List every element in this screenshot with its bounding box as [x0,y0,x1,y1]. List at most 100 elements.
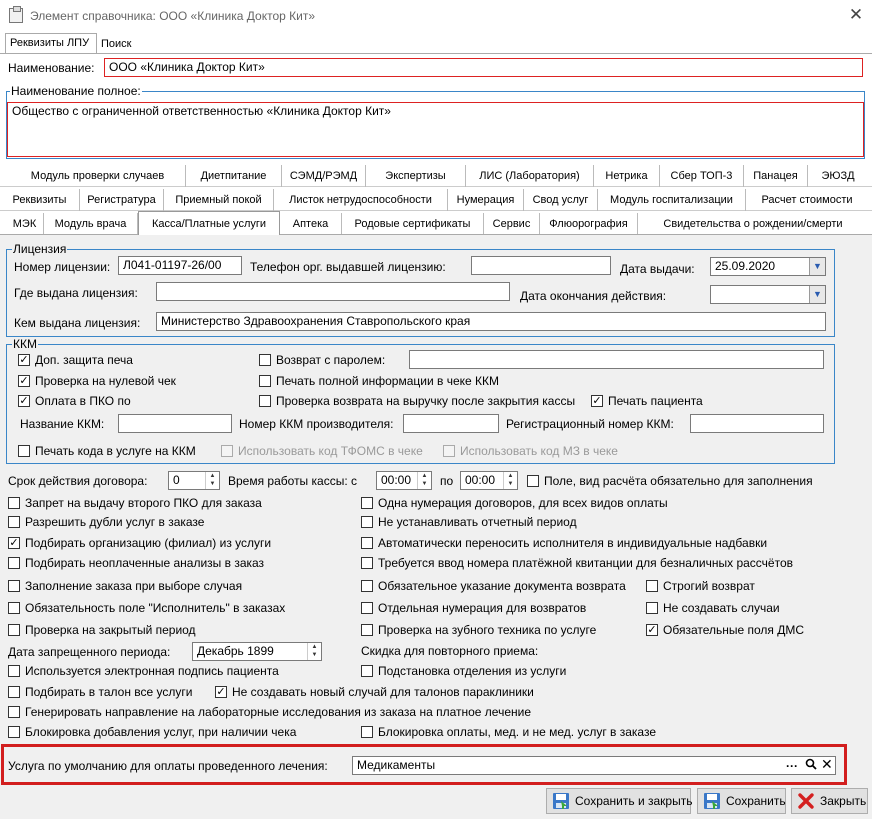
tab-search[interactable]: Поиск [97,35,135,54]
close-button[interactable]: Закрыть [791,788,868,814]
license-where-input[interactable] [156,282,510,301]
license-caption: Лицензия [12,242,68,256]
default-service-label: Услуга по умолчанию для оплаты проведенн… [8,759,328,773]
tab-panacea[interactable]: Панацея [744,165,808,187]
tab-fluorography[interactable]: Флюорография [540,213,638,235]
print-code-checkbox[interactable] [18,445,30,457]
search-icon[interactable] [805,757,817,774]
tab-diet[interactable]: Диетпитание [186,165,282,187]
option-checkbox[interactable] [8,602,20,614]
option-checkbox[interactable] [361,624,373,636]
spinner-arrows-icon[interactable]: ▲ ▼ [307,643,321,660]
license-by-input[interactable]: Министерство Здравоохранения Ставропольс… [156,312,826,331]
kkm-reg-label: Регистрационный номер ККМ: [506,417,674,431]
license-number-input[interactable]: Л041-01197-26/00 [118,256,242,275]
option-label: Разрешить дубли услуг в заказе [25,515,205,529]
tab-birth-certificates[interactable]: Родовые сертификаты [342,213,484,235]
dms-fields-label: Обязательные поля ДМС [663,623,805,637]
no-new-case-checkbox[interactable]: ✓ [215,686,227,698]
option-checkbox[interactable] [361,497,373,509]
return-check-checkbox[interactable] [259,395,271,407]
option-checkbox[interactable] [361,516,373,528]
tab-services-summary[interactable]: Свод услуг [524,189,598,211]
talon-checkbox[interactable] [8,686,20,698]
option-label: Отдельная нумерация для возвратов [378,601,587,615]
calc-field-checkbox[interactable] [527,475,539,487]
ellipsis-icon[interactable]: ··· [786,759,798,773]
license-phone-input[interactable] [471,256,611,275]
spinner-arrows-icon[interactable]: ▲ ▼ [503,472,517,489]
tab-numbering[interactable]: Нумерация [448,189,524,211]
option-label: Подбирать организацию (филиал) из услуги [25,536,272,550]
window-title: Элемент справочника: ООО «Клиника Доктор… [30,9,315,23]
option-checkbox[interactable]: ✓ [8,537,20,549]
close-icon[interactable]: ✕ [846,5,866,25]
chevron-down-icon[interactable]: ▼ [809,258,825,275]
option-checkbox[interactable] [8,580,20,592]
tab-cashier[interactable]: Касса/Платные услуги [138,211,280,235]
tab-eyuzd[interactable]: ЭЮЗД [808,165,868,187]
option-checkbox[interactable] [361,580,373,592]
substitute-dept-checkbox[interactable] [361,665,373,677]
full-name-textarea[interactable]: Общество с ограниченной ответственностью… [7,102,864,157]
pko-pay-checkbox[interactable]: ✓ [18,395,30,407]
tab-pharmacy[interactable]: Аптека [280,213,342,235]
floppy-icon [703,792,721,810]
kkm-maker-input[interactable] [403,414,499,433]
option-checkbox[interactable] [361,602,373,614]
tab-requisites-lpu[interactable]: Реквизиты ЛПУ [5,33,97,54]
print-patient-checkbox[interactable]: ✓ [591,395,603,407]
block-pay-checkbox[interactable] [361,726,373,738]
option-checkbox[interactable] [361,537,373,549]
option-checkbox[interactable] [8,497,20,509]
default-service-input[interactable]: Медикаменты [352,756,836,775]
tfoms-code-checkbox[interactable] [221,445,233,457]
lab-direction-checkbox[interactable] [8,706,20,718]
password-return-checkbox[interactable] [259,354,271,366]
tab-mek[interactable]: МЭК [6,213,44,235]
forbid-period-spinner[interactable]: Декабрь 1899 [192,642,322,661]
full-info-checkbox[interactable] [259,375,271,387]
save-button[interactable]: Сохранить [697,788,786,814]
tab-registry[interactable]: Регистратура [80,189,164,211]
chevron-down-icon[interactable]: ▼ [809,286,825,303]
dms-fields-checkbox[interactable]: ✓ [646,624,658,636]
tab-netrika[interactable]: Нетрика [594,165,660,187]
block-add-label: Блокировка добавления услуг, при наличии… [25,725,297,739]
spinner-arrows-icon[interactable]: ▲ ▼ [417,472,431,489]
tab-cost-calc[interactable]: Расчет стоимости [746,189,868,211]
password-input[interactable] [409,350,824,369]
option-checkbox[interactable] [8,557,20,569]
kkm-name-input[interactable] [118,414,232,433]
no-cases-checkbox[interactable] [646,602,658,614]
tab-lis[interactable]: ЛИС (Лаборатория) [466,165,594,187]
extra-protect-checkbox[interactable]: ✓ [18,354,30,366]
tab-semd[interactable]: СЭМД/РЭМД [282,165,366,187]
zero-check-checkbox[interactable]: ✓ [18,375,30,387]
strict-return-checkbox[interactable] [646,580,658,592]
clear-icon[interactable]: ✕ [821,756,833,773]
option-checkbox[interactable] [361,557,373,569]
mz-code-checkbox[interactable] [443,445,455,457]
tab-expertise[interactable]: Экспертизы [366,165,466,187]
spinner-arrows-icon[interactable]: ▲ ▼ [205,472,219,489]
e-sign-checkbox[interactable] [8,665,20,677]
tab-admission[interactable]: Приемный покой [164,189,274,211]
tab-sber[interactable]: Сбер ТОП-3 [660,165,744,187]
no-new-case-label: Не создавать новый случай для талонов па… [232,685,534,699]
option-checkbox[interactable] [8,516,20,528]
tab-sick-leave[interactable]: Листок нетрудоспособности [274,189,448,211]
tab-case-check[interactable]: Модуль проверки случаев [10,165,186,187]
close-icon [797,792,815,810]
option-checkbox[interactable] [8,624,20,636]
tab-doctor-module[interactable]: Модуль врача [44,213,138,235]
kkm-reg-input[interactable] [690,414,824,433]
block-add-checkbox[interactable] [8,726,20,738]
tab-hospitalization[interactable]: Модуль госпитализации [598,189,746,211]
kkm-caption: ККМ [12,337,38,351]
save-close-button[interactable]: Сохранить и закрыть [546,788,692,814]
tab-requisites[interactable]: Реквизиты [0,189,80,211]
tab-service[interactable]: Сервис [484,213,540,235]
name-input[interactable]: ООО «Клиника Доктор Кит» [104,58,863,77]
tab-birth-death-certificates[interactable]: Свидетельства о рождении/смерти [638,213,868,235]
